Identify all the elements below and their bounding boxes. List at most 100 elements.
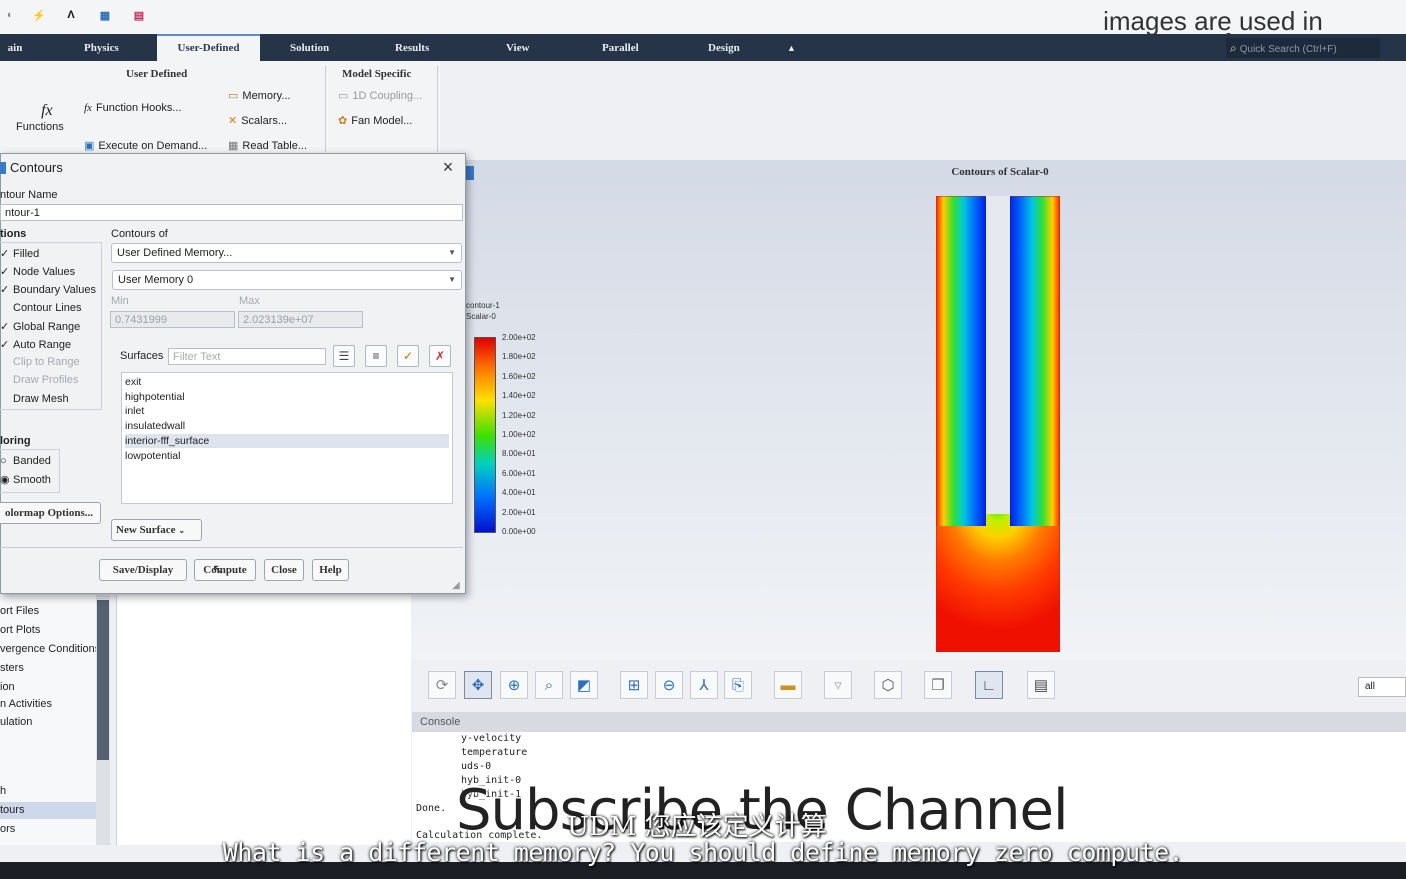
contours-of-select[interactable]: User Defined Memory... ▼ — [111, 243, 462, 263]
option-label: Boundary Values — [13, 284, 96, 297]
tab-results[interactable]: Results — [395, 34, 429, 61]
new-surface-button[interactable]: New Surface ⌄ — [111, 519, 202, 541]
contour-name-field[interactable]: ntour-1 — [0, 204, 463, 221]
surface-groups-icon[interactable]: ≡ — [365, 345, 387, 367]
console-done: Done. — [416, 803, 447, 814]
contours-of-sub-select[interactable]: User Memory 0 ▼ — [112, 270, 462, 290]
console-line: uds-0 — [461, 761, 492, 772]
tree-scrollbar-thumb[interactable] — [97, 600, 109, 760]
tree-item-calculation-activities[interactable]: n Activities — [0, 698, 52, 710]
file-icon[interactable]: ◖ — [0, 6, 18, 24]
axes-icon[interactable]: ⅄ — [690, 671, 718, 699]
option-checkbox[interactable]: ✓ Boundary Values — [0, 283, 96, 296]
scalars-button[interactable]: ✕ Scalars... — [228, 114, 288, 128]
collapse-ribbon-icon[interactable]: ▲ — [787, 34, 796, 61]
option-checkbox[interactable]: ✓ Filled — [0, 247, 39, 260]
tab-view[interactable]: View — [506, 34, 529, 61]
views-icon[interactable]: ❐ — [924, 671, 952, 699]
tab-domain[interactable]: ain — [0, 34, 30, 61]
check-surfaces-icon[interactable]: ✓ — [397, 345, 419, 367]
tab-parallel[interactable]: Parallel — [602, 34, 639, 61]
zoom-in-out-icon[interactable]: ⊕ — [500, 671, 528, 699]
deselect-surfaces-icon[interactable]: ✗ — [429, 345, 451, 367]
tree-item-convergence-conditions[interactable]: vergence Conditions — [0, 643, 100, 655]
function-hooks-button[interactable]: fx Function Hooks... — [84, 102, 182, 114]
max-field[interactable]: 2.023139e+07 — [238, 311, 363, 328]
min-field[interactable]: 0.7431999 — [110, 311, 235, 328]
ansys-logo-icon[interactable]: Λ — [62, 6, 80, 24]
list-item[interactable]: inlet — [125, 404, 144, 418]
colormap-options-button[interactable]: olormap Options... — [0, 502, 101, 524]
tree-item-contours[interactable]: tours — [0, 802, 96, 819]
view-select[interactable]: all — [1358, 677, 1406, 697]
fan-model-button[interactable]: ✿ Fan Model... — [338, 114, 412, 128]
layout-icon[interactable]: ▦ — [96, 6, 114, 24]
list-item[interactable]: highpotential — [125, 390, 185, 404]
isometric-view-icon[interactable]: ⬡ — [874, 671, 902, 699]
ruler-icon[interactable]: ▬ — [774, 671, 802, 699]
tab-physics[interactable]: Physics — [84, 34, 119, 61]
compute-button[interactable]: Compute — [194, 559, 256, 581]
legend-tick-label: 2.00e+01 — [502, 507, 536, 517]
2d-view-icon[interactable]: ∟ — [975, 671, 1003, 699]
ribbon-divider — [325, 66, 326, 152]
select-icon[interactable]: ◩ — [570, 671, 598, 699]
close-button[interactable]: Close — [264, 559, 304, 581]
quick-search-input[interactable]: ⌕ Quick Search (Ctrl+F) — [1226, 38, 1380, 58]
tree-item-mesh[interactable]: h — [0, 785, 6, 797]
option-checkbox[interactable]: ✓ Global Range — [0, 320, 80, 333]
rotate-icon[interactable]: ⟳ — [428, 671, 456, 699]
tab-user-defined[interactable]: User-Defined — [157, 34, 260, 63]
tree-item-monitors[interactable]: sters — [0, 662, 24, 674]
tree-item-report-plots[interactable]: ort Plots — [0, 624, 40, 636]
tree-item-report-files[interactable]: ort Files — [0, 605, 39, 617]
memory-button[interactable]: ▭ Memory... — [228, 89, 290, 103]
list-item-selected[interactable]: interior-fff_surface — [125, 433, 449, 448]
help-button[interactable]: Help — [312, 559, 349, 581]
legend-tick-label: 0.00e+00 — [502, 527, 536, 536]
resize-grip-icon[interactable]: ◢ — [452, 580, 460, 591]
legend-tick-label: 1.80e+02 — [502, 352, 536, 362]
surface-filter-input[interactable]: Filter Text — [168, 348, 326, 365]
option-checkbox[interactable]: ✓ Auto Range — [0, 338, 71, 351]
option-checkbox[interactable]: Draw Profiles — [0, 374, 78, 386]
close-icon[interactable]: × — [440, 157, 456, 177]
save-display-button[interactable]: Save/Display — [99, 559, 187, 581]
legend-tick-label: 6.00e+01 — [502, 468, 536, 478]
pan-icon[interactable]: ✥ — [464, 671, 492, 699]
tree-item-initialization[interactable]: ion — [0, 681, 15, 693]
execute-on-demand-button[interactable]: ▣ Execute on Demand... — [84, 139, 207, 153]
export-image-icon[interactable]: ⎘ — [724, 671, 752, 699]
option-checkbox[interactable]: ✓ Node Values — [0, 265, 75, 278]
zoom-icon[interactable]: ⊖ — [655, 671, 683, 699]
tree-item-vectors[interactable]: ors — [0, 823, 15, 835]
functions-button[interactable]: fx Functions — [16, 102, 64, 133]
1d-coupling-button[interactable]: ▭ 1D Coupling... — [338, 89, 422, 103]
read-table-button[interactable]: ▦ Read Table... — [228, 139, 307, 153]
smooth-radio[interactable]: ◉ Smooth — [0, 473, 51, 486]
option-label: Clip to Range — [13, 356, 80, 369]
tab-solution[interactable]: Solution — [290, 34, 329, 61]
report-icon[interactable]: ▤ — [130, 6, 148, 24]
fit-to-window-icon[interactable]: ⊞ — [620, 671, 648, 699]
option-checkbox[interactable]: Clip to Range — [0, 356, 80, 368]
option-checkbox[interactable]: Draw Mesh — [0, 393, 69, 405]
option-label: Draw Profiles — [13, 374, 79, 387]
lightning-icon[interactable]: ⚡ — [30, 6, 48, 24]
notes-icon[interactable]: ▤ — [1027, 671, 1055, 699]
tree-item-run-calculation[interactable]: ulation — [0, 716, 32, 728]
graphics-window[interactable] — [410, 160, 1406, 660]
list-item[interactable]: exit — [125, 375, 141, 389]
mouse-cursor-icon: ↖ — [212, 561, 224, 577]
tab-design[interactable]: Design — [708, 34, 740, 61]
select-all-surfaces-icon[interactable]: ☰ — [333, 345, 355, 367]
scalars-label: Scalars... — [241, 114, 288, 127]
surfaces-list[interactable]: exit highpotential inlet insulatedwall i… — [121, 372, 453, 504]
banded-radio[interactable]: ○ Banded — [0, 455, 51, 467]
list-item[interactable]: insulatedwall — [125, 419, 185, 433]
list-item[interactable]: lowpotential — [125, 449, 180, 463]
mesh-display-icon[interactable]: ▿ — [824, 671, 852, 699]
dialog-icon — [0, 162, 6, 174]
zoom-to-area-icon[interactable]: ⌕ — [535, 671, 563, 699]
option-checkbox[interactable]: Contour Lines — [0, 302, 82, 314]
